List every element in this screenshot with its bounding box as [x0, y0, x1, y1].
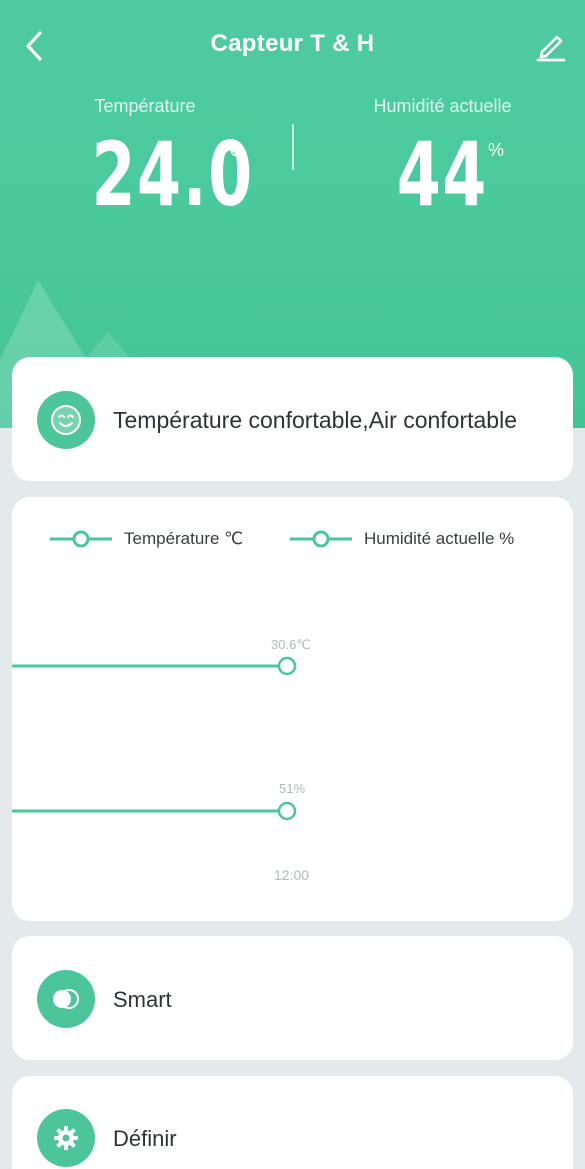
reading-divider	[292, 124, 294, 170]
x-tick-label: 12:00	[274, 867, 310, 883]
smart-menu-item[interactable]: Smart	[12, 936, 573, 1060]
temperature-reading: Température 24.0	[60, 96, 253, 219]
settings-icon-circle	[37, 1109, 95, 1167]
humidity-label: Humidité actuelle	[373, 96, 512, 116]
history-chart-card[interactable]: Température ℃ Humidité actuelle % 30.6℃ …	[12, 497, 573, 921]
settings-menu-item[interactable]: Définir	[12, 1076, 573, 1169]
humidity-reading: Humidité actuelle 44	[350, 96, 535, 219]
app-header: Capteur T & H	[0, 0, 585, 92]
comfort-status-card: Température confortable,Air confortable	[12, 357, 573, 481]
temperature-data-label: 30.6℃	[271, 637, 311, 652]
humidity-data-point	[277, 801, 297, 821]
gear-icon	[54, 1126, 78, 1150]
pencil-icon	[536, 35, 566, 62]
comfort-status-text: Température confortable,Air confortable	[113, 407, 517, 433]
smart-label: Smart	[113, 987, 172, 1012]
smiley-face-icon	[51, 405, 81, 435]
temperature-data-point	[277, 656, 297, 676]
settings-label: Définir	[113, 1126, 177, 1151]
chart-plot	[12, 656, 297, 821]
edit-button[interactable]	[535, 30, 567, 62]
humidity-data-label: 51%	[279, 781, 306, 796]
page-title: Capteur T & H	[210, 30, 375, 57]
back-button[interactable]	[20, 28, 50, 64]
temperature-label: Température	[94, 96, 196, 116]
temperature-unit: ℃	[222, 140, 243, 160]
status-icon-circle	[37, 391, 95, 449]
humidity-unit: %	[488, 140, 505, 160]
chevron-left-icon	[26, 31, 42, 61]
toggle-icon	[53, 989, 79, 1009]
smart-icon-circle	[37, 970, 95, 1028]
humidity-value: 44	[396, 123, 489, 226]
